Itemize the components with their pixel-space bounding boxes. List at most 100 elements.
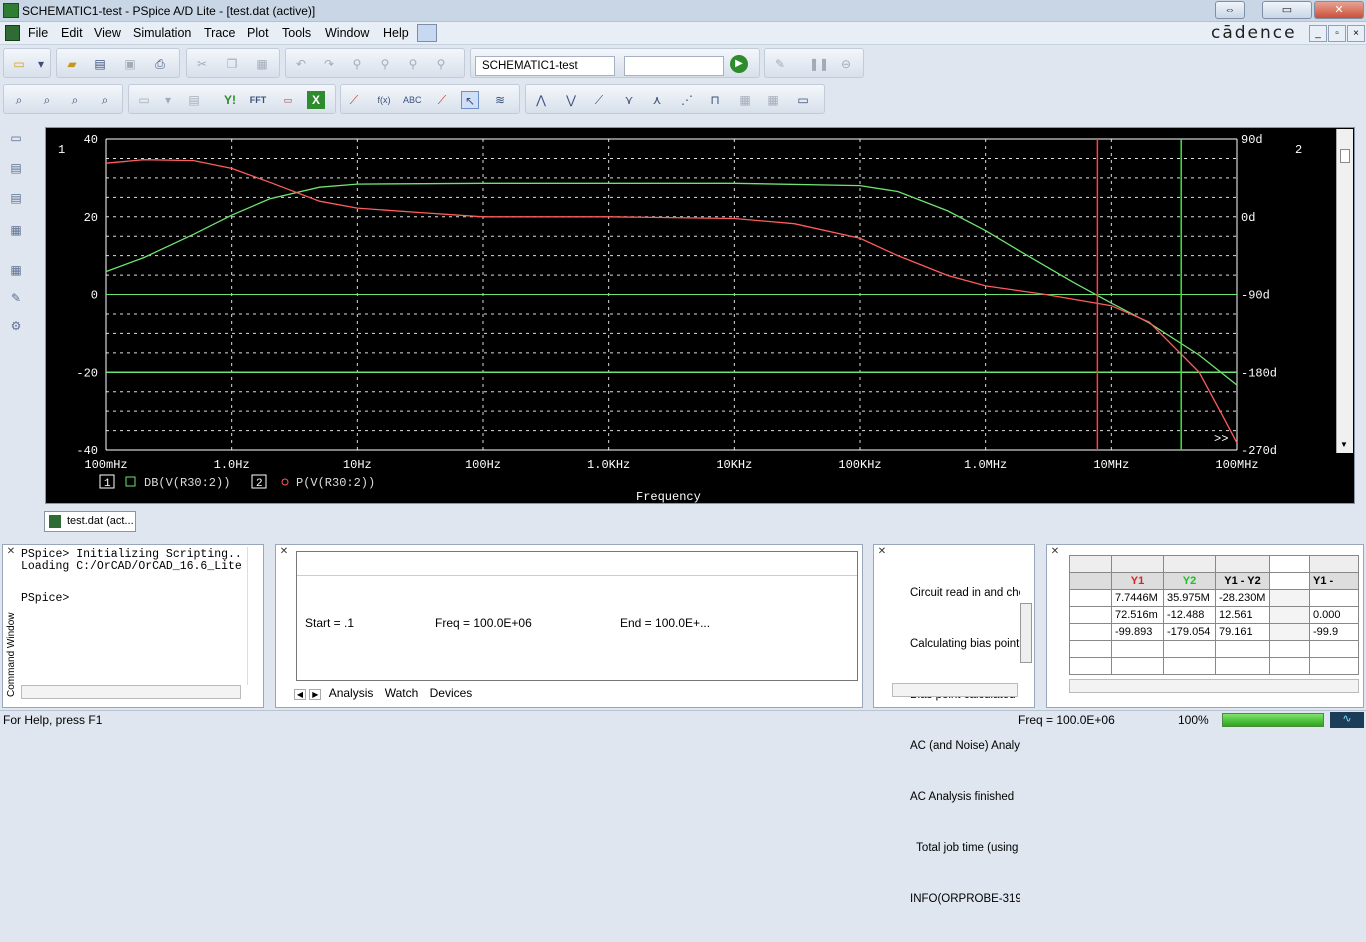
- log-vscrollbar[interactable]: [1020, 603, 1032, 663]
- zoom-in-icon[interactable]: ⌕: [38, 91, 56, 109]
- legend-label-2[interactable]: P(V(R30:2)): [296, 476, 375, 490]
- cursor-prev-transition-icon[interactable]: ▦: [764, 91, 782, 109]
- edit-profile-icon[interactable]: ✎: [771, 55, 789, 73]
- tab-devices[interactable]: Devices: [426, 686, 477, 700]
- tab-prev-icon[interactable]: ◀: [294, 689, 306, 700]
- stop-icon[interactable]: ⊖: [837, 55, 855, 73]
- command-line[interactable]: PSpice>: [21, 593, 242, 605]
- cursor-hscrollbar[interactable]: [1069, 679, 1359, 693]
- status-bar: For Help, press F1 Freq = 100.0E+06 100%…: [0, 710, 1366, 728]
- tab-watch[interactable]: Watch: [381, 686, 423, 700]
- plot-vertical-scrollbar[interactable]: ▼: [1336, 129, 1353, 453]
- close-window-button[interactable]: ✕: [1314, 1, 1364, 19]
- menu-file[interactable]: File: [28, 26, 48, 40]
- menu-help[interactable]: Help: [383, 26, 409, 40]
- simulation-profile-combo[interactable]: [624, 56, 724, 76]
- new-dropdown-icon[interactable]: ▾: [32, 55, 50, 73]
- log-window-close-icon[interactable]: ✕: [875, 546, 889, 559]
- command-window-close-icon[interactable]: ✕: [4, 546, 18, 559]
- document-list-icon[interactable]: ▤: [6, 158, 26, 178]
- view-output-icon[interactable]: ▤: [6, 188, 26, 208]
- menu-view[interactable]: View: [94, 26, 121, 40]
- cursor-peak-icon[interactable]: ⋀: [532, 91, 550, 109]
- simulation-status-window[interactable]: ✕ Start = .1 Freq = 100.0E+06 End = 100.…: [275, 544, 863, 708]
- plot-svg[interactable]: 100mHz 1.0Hz 10Hz 100Hz 1.0KHz 10KHz 100KHz 1.0…: [46, 128, 1354, 504]
- y-left-tick-label: -40: [76, 444, 98, 458]
- restore-window-button[interactable]: ⇔: [1215, 1, 1245, 19]
- mdi-close-button[interactable]: ×: [1347, 25, 1365, 42]
- probe-current-icon[interactable]: ⚲: [376, 55, 394, 73]
- dropdown-icon[interactable]: ▾: [159, 91, 177, 109]
- cursor-trough-icon[interactable]: ⋁: [562, 91, 580, 109]
- comment-icon[interactable]: ▭: [6, 128, 26, 148]
- mark-data-points-icon[interactable]: ⟋: [433, 91, 451, 109]
- cut-icon[interactable]: ✂: [193, 55, 211, 73]
- new-file-icon[interactable]: ▭: [10, 55, 28, 73]
- command-vscrollbar[interactable]: [247, 547, 263, 685]
- tab-next-icon[interactable]: ▶: [309, 689, 322, 700]
- zoom-out-icon[interactable]: ⌕: [66, 91, 84, 109]
- add-y-axis-icon[interactable]: Y!: [221, 91, 239, 109]
- toggle-symbols-icon[interactable]: ≋: [491, 91, 509, 109]
- copy-icon[interactable]: ❐: [223, 55, 241, 73]
- menu-edit[interactable]: Edit: [61, 26, 83, 40]
- edit-plot-icon[interactable]: ✎: [6, 288, 26, 308]
- tab-test-dat[interactable]: test.dat (act...: [44, 511, 136, 532]
- cursor-next-transition-icon[interactable]: ▦: [736, 91, 754, 109]
- select-pointer-icon[interactable]: ↖: [461, 91, 479, 109]
- legend-label-1[interactable]: DB(V(R30:2)): [144, 476, 230, 490]
- paste-icon[interactable]: ▦: [253, 55, 271, 73]
- probe-cursor-window[interactable]: ✕ Y1 Y2 Y1 - Y2 Y1 - 7.7446M 35.975M -28…: [1046, 544, 1364, 708]
- excel-export-icon[interactable]: X: [307, 91, 325, 109]
- print-icon[interactable]: ⎙: [151, 55, 169, 73]
- window-tile-icon[interactable]: [417, 24, 437, 42]
- pause-icon[interactable]: ❚❚: [809, 55, 829, 73]
- command-window[interactable]: ✕ Command Window PSpice> Initializing Sc…: [2, 544, 264, 708]
- menu-plot[interactable]: Plot: [247, 26, 269, 40]
- text-label-icon[interactable]: ABC: [403, 91, 422, 109]
- tab-analysis[interactable]: Analysis: [324, 686, 378, 701]
- menu-simulation[interactable]: Simulation: [133, 26, 191, 40]
- simulation-messages-icon[interactable]: ▦: [6, 220, 26, 240]
- plot-area[interactable]: 100mHz 1.0Hz 10Hz 100Hz 1.0KHz 10KHz 100KHz 1.0…: [45, 127, 1355, 504]
- performance-analysis-icon[interactable]: ▭: [279, 91, 297, 109]
- cursor-window-close-icon[interactable]: ✕: [1048, 546, 1062, 559]
- status-window-close-icon[interactable]: ✕: [277, 546, 291, 559]
- log-hscrollbar[interactable]: [892, 683, 1018, 697]
- zoom-fit-icon[interactable]: ⌕: [10, 91, 28, 109]
- cursor-label-icon[interactable]: ▭: [794, 91, 812, 109]
- log-x-icon[interactable]: ▭: [135, 91, 153, 109]
- run-simulation-icon[interactable]: ▶: [730, 55, 748, 73]
- zoom-area-icon[interactable]: ⌕: [96, 91, 114, 109]
- simulation-log-window[interactable]: ✕ Circuit read in and che Calculating bi…: [873, 544, 1035, 905]
- save-icon[interactable]: ▣: [121, 55, 139, 73]
- probe-voltage-icon[interactable]: ⚲: [348, 55, 366, 73]
- menu-window[interactable]: Window: [325, 26, 369, 40]
- maximize-window-button[interactable]: ▭: [1262, 1, 1312, 19]
- redo-icon[interactable]: ↷: [320, 55, 338, 73]
- document-icon[interactable]: [5, 25, 20, 41]
- cursor-slope-icon[interactable]: ⟋: [590, 91, 608, 109]
- y-left-tick-label: -20: [76, 366, 98, 380]
- eval-goal-function-icon[interactable]: f(x): [375, 91, 393, 109]
- fft-icon[interactable]: FFT: [249, 91, 267, 109]
- cursor-max-icon[interactable]: ⋏: [648, 91, 666, 109]
- simulation-profile-select[interactable]: SCHEMATIC1-test: [475, 56, 615, 76]
- menu-tools[interactable]: Tools: [282, 26, 311, 40]
- add-trace-icon[interactable]: ⟋: [345, 91, 363, 109]
- open-simulation-icon[interactable]: ▤: [91, 55, 109, 73]
- cursor-search-icon[interactable]: ⊓: [706, 91, 724, 109]
- settings-icon[interactable]: ⚙: [6, 316, 26, 336]
- probe-power-icon[interactable]: ⚲: [404, 55, 422, 73]
- mdi-restore-button[interactable]: ▫: [1328, 25, 1346, 42]
- mdi-minimize-button[interactable]: _: [1309, 25, 1327, 42]
- copy-plot-icon[interactable]: ▤: [185, 91, 203, 109]
- plot-window-icon[interactable]: ▦: [6, 260, 26, 280]
- probe-diff-icon[interactable]: ⚲: [432, 55, 450, 73]
- cursor-min-icon[interactable]: ⋎: [620, 91, 638, 109]
- open-folder-icon[interactable]: ▰: [63, 55, 81, 73]
- cursor-point-icon[interactable]: ⋰: [678, 91, 696, 109]
- command-hscrollbar[interactable]: [21, 685, 241, 699]
- undo-icon[interactable]: ↶: [292, 55, 310, 73]
- menu-trace[interactable]: Trace: [204, 26, 236, 40]
